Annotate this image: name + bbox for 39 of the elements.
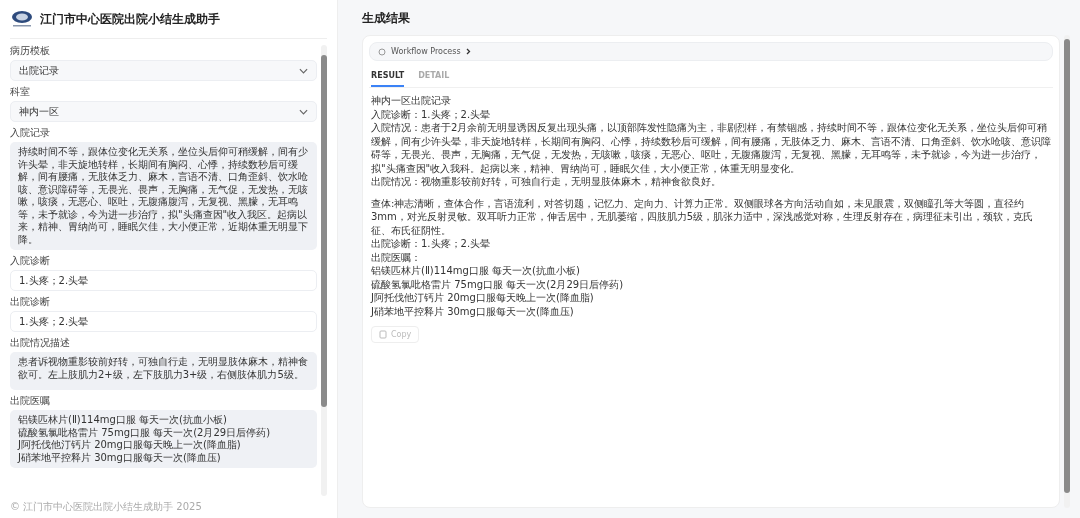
text-area-field[interactable]: 患者诉视物重影较前好转，可独自行走，无明显肢体麻木，精神食欲可。左上肢肌力2+级，左下肢肌力3+级，右侧肢体肌力5级。: [10, 352, 317, 390]
input-field[interactable]: 1.头疼；2.头晕: [10, 311, 317, 332]
result-text: 入院诊断：1.头疼；2.头晕: [371, 107, 492, 121]
result-text: J阿托伐他汀钙片 20mg口服每天晚上一次(降血脂): [371, 291, 595, 305]
result-text: 查体:神志清晰，查体合作，言语流利，对答切题，记忆力、定向力、计算力正常。双侧眼球各方向活动自如，未见眼震，双侧瞳孔等大等圆，直径约3mm，对光反射灵敏。双耳听力正常，伸舌居中，无肌萎缩，四肢肌力5级，肌张力适中，深浅感觉对称，生理反射存在，病理征未引出，颈软，克氏征、布氏征阴性。: [371, 196, 1035, 237]
copy-icon: [379, 330, 387, 339]
app-title: 江门市中心医院出院小结生成助手: [40, 10, 220, 28]
chevron-down-icon: [299, 108, 308, 115]
field-label: 病历模板: [10, 45, 51, 57]
result-text: 出院医嘱：: [371, 250, 422, 264]
field-label: 入院记录: [10, 127, 51, 139]
result-text: 出院情况：视物重影较前好转，可独自行走，无明显肢体麻木，精神食欲良好。: [371, 175, 722, 189]
logo-icon: [10, 9, 34, 29]
field-label: 出院诊断: [10, 296, 51, 308]
circle-icon: [378, 47, 386, 56]
chevron-right-icon: [465, 48, 471, 55]
result-text: 出院诊断：1.头疼；2.头晕: [371, 237, 492, 251]
result-text: 入院情况：患者于2月余前无明显诱因反复出现头痛，以顶部阵发性隐痛为主，非剧烈样，有禁锢感，持续时间不等，跟体位变化无关系，坐位头后仰可稍缓解，间有少许头晕，非天旋地转样，长期间有胸闷、心悸，持续数秒后可缓解，间有腰痛，无肢体乏力、麻木、言语不清、口角歪斜、饮水呛咳、意识障碍等，无畏光、畏声，无胸痛，无气促，无发热，无咳嗽，咳痰，无恶心、呕吐，无腹痛腹泻，无复视、黑朦，无耳鸣等，未予就诊，今为进一步治疗，拟"头痛查因"收入我科。起病以来，精神、胃纳尚可，睡眠欠佳，大小便正常，体重无明显变化。: [371, 121, 1051, 175]
result-text: 铝镁匹林片(Ⅱ)114mg口服 每天一次(抗血小板): [371, 264, 581, 278]
field-label: 出院医嘱: [10, 395, 51, 407]
scrollbar[interactable]: [321, 45, 327, 496]
result-text: J硝苯地平控释片 30mg口服每天一次(降血压): [371, 304, 575, 318]
result-text: 神内一区出院记录: [371, 94, 452, 108]
field-label: 出院情况描述: [10, 337, 71, 349]
workflow-bar[interactable]: Workflow Process: [369, 42, 1053, 61]
workflow-label: Workflow Process: [391, 47, 461, 56]
section-heading: 生成结果: [362, 10, 411, 27]
footer-text: © 江门市中心医院出院小结生成助手 2025: [10, 500, 203, 514]
result-text: 硫酸氢氯吡格雷片 75mg口服 每天一次(2月29日后停药): [371, 277, 625, 291]
input-field[interactable]: 1.头疼；2.头晕: [10, 270, 317, 291]
text-area-field[interactable]: 铝镁匹林片(Ⅱ)114mg口服 每天一次(抗血小板) 硫酸氢氯吡格雷片 75mg口服 每天一次(2月29日后停药) J阿托伐他汀钙片 20mg口服每天晚上一次(降血脂) J硝苯地平控释片 30mg口服每天一次(降血压): [10, 410, 317, 468]
select-field[interactable]: 神内一区: [10, 101, 317, 122]
field-label: 入院诊断: [10, 255, 51, 267]
tab[interactable]: RESULT: [371, 67, 405, 87]
chevron-down-icon: [299, 67, 308, 74]
select-field[interactable]: 出院记录: [10, 60, 317, 81]
field-label: 科室: [10, 86, 31, 98]
scrollbar[interactable]: [1064, 35, 1070, 508]
text-area-field[interactable]: 持续时间不等，跟体位变化无关系，坐位头后仰可稍缓解，间有少许头晕，非天旋地转样，长期间有胸闷、心悸，持续数秒后可缓解，间有腰痛，无肢体乏力、麻木，言语不清、口角歪斜、饮水呛咳、意识障碍等，无畏光、畏声，无胸痛，无气促，无发热，无咳嗽，咳痰，无恶心、呕吐，无腹痛腹泻，无复视、黑朦，无耳鸣等，未予就诊，今为进一步治疗，拟"头痛查因"收入我区。起病以来，精神、胃纳尚可，睡眠欠佳，大小便正常，近期体重无明显下降。: [10, 142, 317, 250]
